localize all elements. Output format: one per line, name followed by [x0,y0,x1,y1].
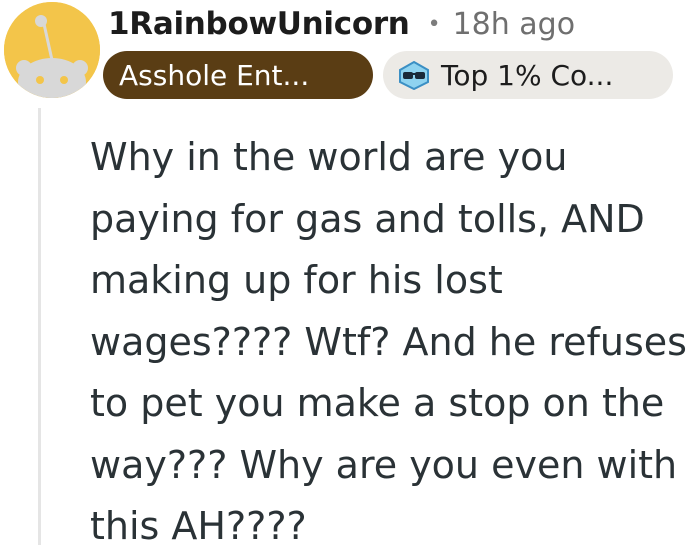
user-flair-label: Asshole Ent... [119,58,310,92]
timestamp: 18h ago [452,6,576,42]
separator-dot: • [427,11,441,37]
comment-body-line: way??? Why are you even with [90,442,678,487]
comment-body-line: making up for his lost [90,258,503,302]
snoo-avatar-icon [4,2,100,98]
comment: 1RainbowUnicorn • 18h ago Asshole Ent...… [0,0,700,548]
badge-label: Top 1% Co... [441,58,614,92]
comment-body-line: wages???? Wtf? And he refuses [90,319,687,364]
comment-body: Why in the world are you paying for gas … [90,127,690,558]
user-flair[interactable]: Asshole Ent... [103,51,373,99]
flair-row: Asshole Ent... Top 1% Co... [103,51,673,99]
thread-line[interactable] [38,108,41,545]
comment-body-line: this AH???? [90,504,307,548]
comment-body-line: Why in the world are you [90,135,568,179]
comment-body-line: paying for gas and tolls, AND [90,196,645,241]
avatar[interactable] [4,2,100,98]
comment-body-line: to pet you make a stop on the [90,381,665,425]
top-commenter-badge[interactable]: Top 1% Co... [383,51,673,99]
sunglasses-badge-icon [397,60,431,91]
comment-meta: 1RainbowUnicorn • 18h ago [108,2,575,46]
username[interactable]: 1RainbowUnicorn [108,6,410,42]
